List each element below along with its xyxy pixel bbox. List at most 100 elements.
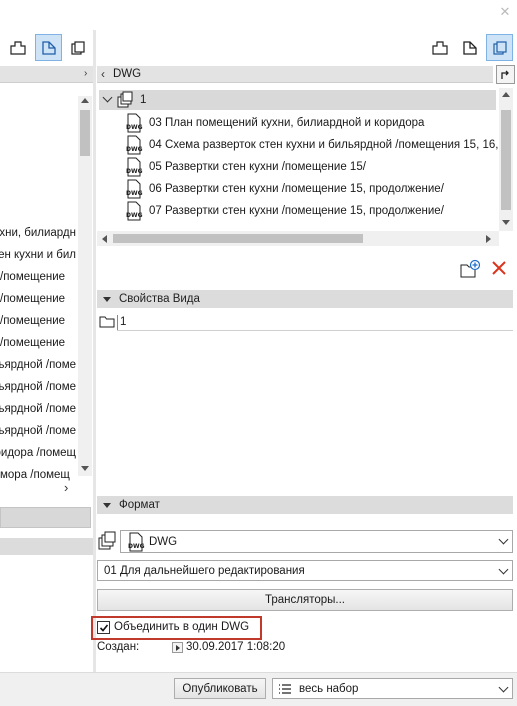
view-props-divider	[117, 330, 513, 331]
left-grey-field	[0, 507, 91, 528]
chevron-right-icon	[176, 645, 180, 651]
dwg-file-icon: DWG	[125, 135, 143, 155]
chevron-up-icon[interactable]	[502, 92, 510, 97]
left-layout-icon-1[interactable]	[6, 36, 30, 60]
left-list-item[interactable]: хни, билиардн	[0, 222, 76, 244]
svg-text:DWG: DWG	[128, 543, 145, 550]
tree-root-row[interactable]	[99, 90, 496, 110]
left-vertical-scrollbar[interactable]	[78, 96, 92, 476]
path-bar-left-arrow-icon[interactable]: ‹	[101, 67, 105, 81]
left-list-item[interactable]: ьярдной /поме	[0, 420, 76, 442]
check-icon	[99, 623, 108, 632]
publish-button[interactable]: Опубликовать	[174, 678, 266, 699]
new-folder-button[interactable]	[459, 259, 481, 279]
tree-hscroll-thumb[interactable]	[113, 234, 363, 243]
set-icon	[116, 91, 134, 112]
tree-item-label: 04 Схема разверток стен кухни и бильярдн…	[149, 139, 499, 151]
panel-divider	[93, 30, 96, 680]
set-select[interactable]: весь набор	[272, 678, 513, 699]
window-close-button[interactable]: ✕	[493, 0, 517, 24]
tree-item[interactable]: DWG 07 Развертки стен кухни /помещение 1…	[125, 200, 444, 222]
go-up-icon	[501, 70, 509, 79]
collapse-triangle-icon	[103, 296, 111, 302]
chevron-down-icon	[498, 564, 509, 575]
left-layout-icon-2[interactable]	[35, 34, 62, 61]
new-folder-icon	[460, 259, 481, 278]
folder-icon	[99, 315, 115, 332]
dwg-file-icon: DWG	[125, 201, 143, 221]
svg-text:DWG: DWG	[126, 124, 143, 131]
left-grey-bar	[0, 538, 93, 555]
left-layout-icon-3[interactable]	[66, 36, 90, 60]
tree-item-label: 07 Развертки стен кухни /помещение 15, п…	[149, 205, 444, 217]
tree-item[interactable]: DWG 04 Схема разверток стен кухни и биль…	[125, 134, 498, 156]
dwg-file-icon: DWG	[125, 179, 143, 199]
delete-button[interactable]	[490, 259, 510, 279]
right-layout-icon-2[interactable]	[458, 36, 482, 60]
folder-name-field[interactable]: 1	[117, 315, 513, 330]
left-list-item[interactable]: ьярдной /поме	[0, 398, 76, 420]
view-properties-title: Свойства Вида	[119, 293, 200, 305]
go-up-button[interactable]	[496, 65, 515, 84]
set-select-value: весь набор	[299, 682, 359, 695]
svg-text:DWG: DWG	[126, 146, 143, 153]
right-layout-icon-3[interactable]	[486, 34, 513, 61]
list-icon	[279, 683, 291, 694]
left-list-item[interactable]: ен кухни и бил	[0, 244, 76, 266]
left-list-item[interactable]: ьярдной /поме	[0, 354, 76, 376]
translators-button-label: Трансляторы...	[265, 594, 345, 606]
view-properties-header[interactable]: Свойства Вида	[97, 290, 513, 308]
translator-select-value: 01 Для дальнейшего редактирования	[104, 564, 305, 577]
tree-scroll-thumb[interactable]	[501, 110, 511, 210]
tree-item[interactable]: DWG 05 Развертки стен кухни /помещение 1…	[125, 156, 366, 178]
left-list-item[interactable]: ьярдной /поме	[0, 376, 76, 398]
tree-horizontal-scrollbar[interactable]	[97, 231, 499, 246]
created-value: 30.09.2017 1:08:20	[186, 641, 286, 653]
chevron-right-icon[interactable]	[486, 235, 491, 243]
chevron-down-icon[interactable]	[502, 220, 510, 225]
format-stack-icon	[97, 531, 117, 554]
left-path-bar-arrow-icon[interactable]: ›	[84, 68, 87, 79]
dwg-file-icon: DWG	[125, 113, 143, 133]
format-title: Формат	[119, 499, 160, 511]
merge-checkbox-label[interactable]: Объединить в один DWG	[114, 621, 249, 633]
tree-item-label: 03 План помещений кухни, билиардной и ко…	[149, 117, 425, 129]
format-select-value: DWG	[149, 535, 178, 548]
tree-root-label: 1	[140, 94, 147, 106]
tree-item-label: 06 Развертки стен кухни /помещение 15, п…	[149, 183, 444, 195]
translator-select[interactable]: 01 Для дальнейшего редактирования	[97, 560, 513, 581]
created-expand-button[interactable]	[172, 642, 183, 653]
chevron-up-icon[interactable]	[81, 98, 89, 103]
collapse-triangle-icon	[103, 502, 111, 508]
svg-text:DWG: DWG	[126, 212, 143, 219]
svg-text:DWG: DWG	[126, 168, 143, 175]
delete-x-icon	[492, 261, 506, 275]
format-header[interactable]: Формат	[97, 496, 513, 514]
close-icon: ✕	[499, 4, 511, 19]
chevron-down-icon	[498, 682, 509, 693]
path-label: DWG	[113, 68, 142, 80]
right-path-bar	[97, 66, 493, 83]
left-list-item[interactable]: /помещение	[0, 288, 76, 310]
left-list-item[interactable]: /помещение	[0, 332, 76, 354]
publish-button-label: Опубликовать	[182, 682, 258, 695]
merge-checkbox[interactable]	[97, 621, 110, 634]
tree-item[interactable]: DWG 03 План помещений кухни, билиардной …	[125, 112, 424, 134]
tree-item[interactable]: DWG 06 Развертки стен кухни /помещение 1…	[125, 178, 444, 200]
dwg-file-icon: DWG	[127, 532, 145, 552]
left-scroll-thumb[interactable]	[80, 110, 90, 156]
right-layout-icon-1[interactable]	[428, 36, 452, 60]
chevron-left-icon[interactable]	[102, 235, 107, 243]
created-label: Создан:	[97, 641, 140, 653]
tree-item-label: 05 Развертки стен кухни /помещение 15/	[149, 161, 366, 173]
left-list-item[interactable]: /помещение	[0, 310, 76, 332]
left-list-item[interactable]: ридора /помещ	[0, 442, 76, 464]
left-horizontal-scroll-right-icon[interactable]: ›	[64, 480, 68, 495]
format-select[interactable]: DWG DWG	[120, 530, 513, 553]
dwg-file-icon: DWG	[125, 157, 143, 177]
translators-button[interactable]: Трансляторы...	[97, 589, 513, 611]
tree-vertical-scrollbar[interactable]	[499, 88, 513, 231]
left-path-bar	[0, 66, 93, 83]
chevron-down-icon[interactable]	[81, 466, 89, 471]
left-list-item[interactable]: /помещение	[0, 266, 76, 288]
